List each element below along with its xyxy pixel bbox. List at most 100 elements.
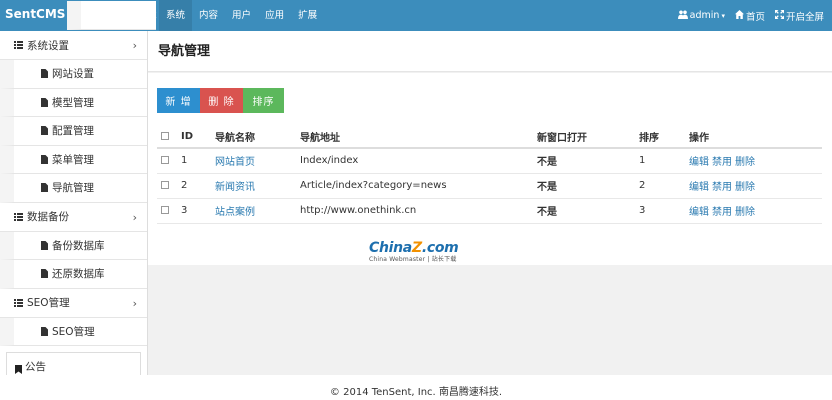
disable-link[interactable]: 禁用	[712, 157, 732, 168]
home-icon	[734, 9, 746, 22]
expand-icon	[774, 9, 786, 22]
sidebar-item-config-management[interactable]: 配置管理	[0, 117, 147, 146]
cell-new-window: 不是	[537, 173, 639, 199]
nav-item-extend[interactable]: 扩展	[291, 0, 324, 31]
nav-name-link[interactable]: 网站首页	[215, 157, 255, 168]
watermark-logo: ChinaZ.com China Webmaster | 站长下载	[369, 240, 464, 266]
notice-panel: 公告	[6, 352, 141, 376]
sidebar: 系统设置 › 网站设置 模型管理 配置管理 菜单管理 导航管理 数据备份 › 备…	[0, 31, 148, 376]
footer: © 2014 TenSent, Inc. 南昌腾速科技.	[0, 375, 832, 400]
file-icon	[41, 69, 48, 79]
sort-button[interactable]: 排序	[243, 88, 284, 113]
disable-link[interactable]: 禁用	[712, 182, 732, 193]
row-checkbox[interactable]	[161, 156, 169, 165]
file-icon	[41, 326, 48, 336]
sidebar-item-site-settings[interactable]: 网站设置	[0, 60, 147, 89]
user-icon	[677, 10, 690, 22]
brand[interactable]: SentCMS 后台管理系统	[0, 1, 157, 30]
cell-sort: 2	[639, 173, 689, 199]
list-icon	[14, 298, 23, 307]
page-title: 导航管理	[148, 31, 832, 72]
cell-id: 1	[181, 148, 215, 174]
sidebar-item-nav-management[interactable]: 导航管理	[0, 174, 147, 203]
sidebar-group-label: 系统设置	[27, 39, 69, 52]
nav-item-users[interactable]: 用户	[225, 0, 258, 31]
select-all-checkbox[interactable]	[161, 131, 169, 140]
cell-name: 站点案例	[215, 198, 300, 224]
edit-link[interactable]: 编辑	[689, 207, 709, 218]
edit-link[interactable]: 编辑	[689, 182, 709, 193]
delete-link[interactable]: 删除	[735, 207, 755, 218]
file-icon	[41, 154, 48, 164]
home-link[interactable]: 首页	[734, 9, 765, 23]
nav-item-apps[interactable]: 应用	[258, 0, 291, 31]
bookmark-icon	[15, 365, 22, 374]
sidebar-group-system-settings[interactable]: 系统设置 ›	[0, 31, 147, 60]
add-button[interactable]: 新 增	[157, 88, 200, 113]
file-icon	[41, 183, 48, 193]
sidebar-group-label: 数据备份	[27, 211, 69, 223]
table-header-row: ID 导航名称 导航地址 新窗口打开 排序 操作	[157, 125, 822, 149]
fullscreen-button[interactable]: 开启全屏	[774, 9, 824, 23]
cell-name: 新闻资讯	[215, 173, 300, 199]
file-icon	[41, 97, 48, 107]
row-select-cell	[157, 198, 181, 224]
sidebar-item-label: 还原数据库	[52, 268, 105, 281]
sidebar-item-model-management[interactable]: 模型管理	[0, 88, 147, 117]
list-icon	[14, 212, 23, 221]
row-select-cell	[157, 173, 181, 199]
table-row: 3 站点案例 http://www.onethink.cn 不是 3 编辑 禁用删…	[157, 198, 822, 224]
cell-actions: 编辑 禁用 删除	[689, 148, 822, 174]
nav-item-home[interactable]: 首页	[126, 0, 159, 31]
file-icon	[41, 126, 48, 136]
sidebar-group-label: SEO管理	[27, 297, 70, 309]
user-menu[interactable]: admin ▾	[677, 10, 725, 22]
disable-link[interactable]: 禁用	[712, 207, 732, 218]
sidebar-item-restore-database[interactable]: 还原数据库	[0, 260, 147, 289]
delete-link[interactable]: 删除	[735, 182, 755, 193]
nav-name-link[interactable]: 站点案例	[215, 207, 255, 218]
sidebar-item-label: 模型管理	[52, 96, 94, 109]
top-right-menu: admin ▾ 首页 开启全屏	[668, 0, 824, 31]
nav-item-content[interactable]: 内容	[192, 0, 225, 31]
cell-actions: 编辑 禁用 删除	[689, 173, 822, 199]
sidebar-item-backup-database[interactable]: 备份数据库	[0, 231, 147, 260]
content-panel: 新 增 删 除 排序 ID 导航名称 导航地址 新窗口打开 排序 操作 1 网站…	[148, 73, 832, 265]
sidebar-item-menu-management[interactable]: 菜单管理	[0, 145, 147, 174]
nav-item-system[interactable]: 系统	[159, 0, 193, 31]
cell-url: Article/index?category=news	[300, 173, 537, 199]
edit-link[interactable]: 编辑	[689, 157, 709, 168]
nav-table: ID 导航名称 导航地址 新窗口打开 排序 操作 1 网站首页 Index/in…	[157, 125, 822, 224]
nav-name-link[interactable]: 新闻资讯	[215, 182, 255, 193]
cell-url: Index/index	[300, 148, 537, 174]
top-navbar: SentCMS 后台管理系统 首页 系统 内容 用户 应用 扩展 admin ▾…	[0, 0, 832, 31]
cell-actions: 编辑 禁用 删除	[689, 198, 822, 224]
chevron-right-icon: ›	[132, 296, 137, 310]
notice-title: 公告	[25, 361, 46, 373]
sidebar-group-seo[interactable]: SEO管理 ›	[0, 288, 147, 318]
sidebar-item-label: 导航管理	[52, 182, 94, 195]
top-nav: 首页 系统 内容 用户 应用 扩展	[126, 0, 324, 31]
sidebar-item-seo-management[interactable]: SEO管理	[0, 317, 147, 346]
row-select-cell	[157, 148, 181, 174]
row-checkbox[interactable]	[161, 206, 169, 214]
sidebar-item-label: 菜单管理	[52, 153, 94, 166]
main-content: 导航管理 新 增 删 除 排序 ID 导航名称 导航地址 新窗口打开 排序 操作	[148, 31, 832, 375]
column-header-actions: 操作	[689, 125, 822, 149]
cell-url: http://www.onethink.cn	[300, 198, 537, 224]
chevron-right-icon: ›	[132, 39, 137, 52]
column-header-new-window: 新窗口打开	[537, 125, 639, 149]
watermark-subtext: China Webmaster | 站长下载	[369, 256, 457, 263]
delete-button[interactable]: 删 除	[200, 88, 243, 113]
brand-name: SentCMS	[5, 6, 66, 21]
list-icon	[14, 41, 23, 49]
delete-link[interactable]: 删除	[735, 157, 755, 168]
cell-new-window: 不是	[537, 148, 639, 174]
toolbar: 新 增 删 除 排序	[157, 88, 284, 113]
row-checkbox[interactable]	[161, 181, 169, 189]
column-header-name: 导航名称	[215, 125, 300, 149]
sidebar-group-data-backup[interactable]: 数据备份 ›	[0, 202, 147, 232]
file-icon	[41, 269, 48, 279]
fullscreen-label: 开启全屏	[785, 11, 824, 23]
cell-sort: 1	[639, 148, 689, 174]
